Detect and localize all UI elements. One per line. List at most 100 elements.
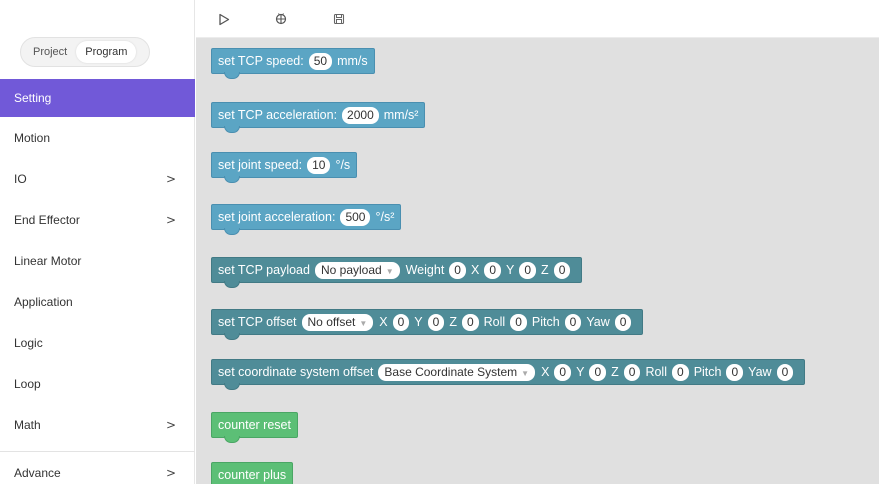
sidebar-item-advance[interactable]: Advance > xyxy=(0,452,195,484)
set-joint-speed-block[interactable]: set joint speed: 10 °/s xyxy=(211,152,358,183)
y-input[interactable]: 0 xyxy=(519,261,537,279)
joint-speed-input[interactable]: 10 xyxy=(307,156,331,174)
chevron-right-icon: > xyxy=(166,465,177,480)
field-label: Roll xyxy=(645,365,667,379)
counter-plus-block[interactable]: counter plus xyxy=(211,462,294,484)
block-label: set TCP payload xyxy=(218,263,310,277)
dropdown-arrow-icon: ▼ xyxy=(521,368,530,378)
play-icon[interactable] xyxy=(216,11,232,27)
sidebar-item-label: Application xyxy=(14,294,73,309)
toolbar xyxy=(196,0,879,38)
field-label: Yaw xyxy=(586,315,610,329)
coordinate-system-dropdown[interactable]: Base Coordinate System ▼ xyxy=(378,363,536,381)
field-label: Yaw xyxy=(748,365,772,379)
unit-label: mm/s² xyxy=(383,108,419,122)
category-menu: Setting Motion IO > End Effector > Linea… xyxy=(0,79,195,484)
dropdown-value: Base Coordinate System xyxy=(384,364,518,379)
block-label: counter reset xyxy=(218,418,291,432)
unit-label: °/s xyxy=(335,158,351,172)
field-label: Roll xyxy=(483,315,506,329)
sidebar-item-label: Logic xyxy=(14,335,43,350)
field-label: Z xyxy=(541,263,549,277)
sidebar-item-label: End Effector xyxy=(14,212,80,227)
field-label: Y xyxy=(414,315,423,329)
pitch-input[interactable]: 0 xyxy=(564,313,582,331)
sidebar-item-label: Advance xyxy=(14,465,61,480)
tcp-speed-input[interactable]: 50 xyxy=(308,52,333,70)
field-label: X xyxy=(379,315,388,329)
field-label: X xyxy=(470,263,480,277)
set-coordinate-system-offset-block[interactable]: set coordinate system offset Base Coordi… xyxy=(211,359,806,390)
roll-input[interactable]: 0 xyxy=(510,313,527,331)
yaw-input[interactable]: 0 xyxy=(614,313,632,331)
block-label: set TCP acceleration: xyxy=(218,108,338,122)
x-input[interactable]: 0 xyxy=(554,363,572,381)
chevron-right-icon: > xyxy=(166,417,177,432)
sidebar-item-label: Loop xyxy=(14,376,41,391)
sidebar-item-math[interactable]: Math > xyxy=(0,404,195,445)
sidebar: Project Program Setting Motion IO > End … xyxy=(0,0,195,484)
sidebar-item-logic[interactable]: Logic xyxy=(0,322,195,363)
unit-label: mm/s xyxy=(337,54,368,68)
save-icon[interactable] xyxy=(331,11,347,27)
field-label: Pitch xyxy=(693,365,722,379)
sidebar-item-linear-motor[interactable]: Linear Motor xyxy=(0,240,195,281)
block-label: set TCP speed: xyxy=(218,54,304,68)
sidebar-item-end-effector[interactable]: End Effector > xyxy=(0,199,195,240)
sidebar-item-loop[interactable]: Loop xyxy=(0,363,195,404)
field-label: X xyxy=(541,365,550,379)
payload-dropdown[interactable]: No payload ▼ xyxy=(314,261,400,279)
z-input[interactable]: 0 xyxy=(553,261,571,279)
field-label: Weight xyxy=(405,263,445,277)
field-label: Z xyxy=(611,365,619,379)
tcp-acceleration-input[interactable]: 2000 xyxy=(342,106,379,124)
x-input[interactable]: 0 xyxy=(392,313,410,331)
tab-program[interactable]: Program xyxy=(76,41,137,63)
unit-label: °/s² xyxy=(375,210,395,224)
set-tcp-acceleration-block[interactable]: set TCP acceleration: 2000 mm/s² xyxy=(211,102,426,133)
debug-icon[interactable] xyxy=(273,11,289,27)
sidebar-item-label: Motion xyxy=(14,130,51,145)
y-input[interactable]: 0 xyxy=(589,363,607,381)
block-label: set coordinate system offset xyxy=(218,365,374,379)
block-label: set TCP offset xyxy=(218,315,297,329)
field-label: Y xyxy=(506,263,515,277)
sidebar-item-motion[interactable]: Motion xyxy=(0,117,195,158)
set-tcp-speed-block[interactable]: set TCP speed: 50 mm/s xyxy=(211,48,375,79)
sidebar-item-label: IO xyxy=(14,171,27,186)
pitch-input[interactable]: 0 xyxy=(726,363,744,381)
dropdown-value: No offset xyxy=(307,314,356,329)
chevron-right-icon: > xyxy=(166,171,177,186)
yaw-input[interactable]: 0 xyxy=(776,363,794,381)
z-input[interactable]: 0 xyxy=(461,313,479,331)
set-joint-acceleration-block[interactable]: set joint acceleration: 500 °/s² xyxy=(211,204,402,235)
field-label: Y xyxy=(576,365,585,379)
dropdown-arrow-icon: ▼ xyxy=(359,318,368,328)
chevron-right-icon: > xyxy=(166,212,177,227)
sidebar-item-io[interactable]: IO > xyxy=(0,158,195,199)
sidebar-item-application[interactable]: Application xyxy=(0,281,195,322)
project-program-toggle: Project Program xyxy=(20,37,150,67)
block-label: set joint acceleration: xyxy=(218,210,336,224)
dropdown-value: No payload xyxy=(320,262,382,277)
sidebar-item-setting[interactable]: Setting xyxy=(0,79,195,117)
sidebar-item-label: Linear Motor xyxy=(14,253,82,268)
x-input[interactable]: 0 xyxy=(484,261,502,279)
block-workspace[interactable]: set TCP speed: 50 mm/s set TCP accelerat… xyxy=(196,38,879,484)
dropdown-arrow-icon: ▼ xyxy=(385,266,394,276)
offset-dropdown[interactable]: No offset ▼ xyxy=(301,313,374,331)
field-label: Z xyxy=(449,315,457,329)
sidebar-item-label: Setting xyxy=(14,91,52,105)
set-tcp-payload-block[interactable]: set TCP payload No payload ▼ Weight 0 X 0… xyxy=(211,257,583,288)
weight-input[interactable]: 0 xyxy=(449,261,466,279)
z-input[interactable]: 0 xyxy=(623,363,641,381)
block-label: counter plus xyxy=(218,468,287,482)
y-input[interactable]: 0 xyxy=(427,313,445,331)
tab-project[interactable]: Project xyxy=(24,41,76,63)
counter-reset-block[interactable]: counter reset xyxy=(211,412,298,443)
roll-input[interactable]: 0 xyxy=(672,363,689,381)
block-label: set joint speed: xyxy=(218,158,303,172)
sidebar-item-label: Math xyxy=(14,417,41,432)
joint-acceleration-input[interactable]: 500 xyxy=(340,208,371,226)
set-tcp-offset-block[interactable]: set TCP offset No offset ▼ X 0 Y 0 Z 0 Ro… xyxy=(211,309,644,340)
